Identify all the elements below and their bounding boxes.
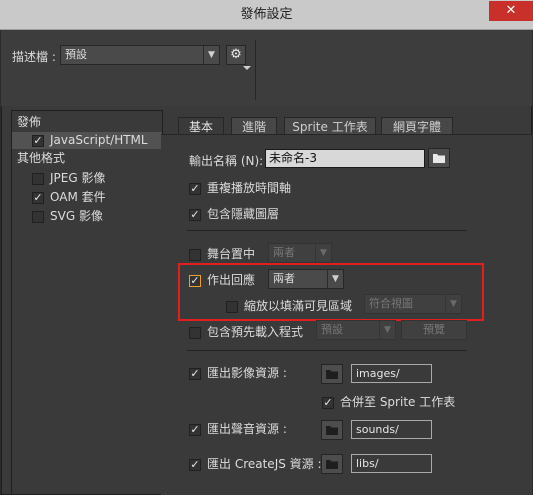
folder-icon (433, 154, 445, 163)
javascript-html-checkbox[interactable]: ✓ (32, 134, 44, 147)
gear-menu-caret-icon (243, 66, 251, 70)
center-stage-dropdown[interactable]: 兩者 ▼ (268, 243, 332, 263)
sounds-path-input[interactable]: sounds/ (351, 420, 432, 439)
window-title: 發佈設定 (240, 7, 293, 22)
divider (187, 350, 467, 351)
center-stage-value: 兩者 (273, 246, 295, 259)
profile-dropdown[interactable]: 預設 ▼ (60, 45, 220, 65)
jpeg-checkbox[interactable] (32, 172, 44, 185)
format-item-oam[interactable]: ✓ OAM 套件 (32, 189, 106, 206)
svg-checkbox[interactable] (32, 210, 44, 223)
include-preloader-option[interactable]: 包含預先載入程式 (189, 323, 303, 340)
gear-icon[interactable]: ⚙ (226, 45, 246, 65)
jpeg-label: JPEG 影像 (50, 171, 106, 185)
center-stage-option[interactable]: 舞台置中 (189, 245, 255, 262)
preloader-value: 預設 (321, 323, 343, 336)
divider (187, 230, 467, 231)
close-button[interactable]: ✕ (489, 1, 533, 21)
export-createjs-label: 匯出 CreateJS 資源 : (207, 457, 322, 471)
images-path-input[interactable]: images/ (351, 364, 432, 383)
center-stage-label: 舞台置中 (207, 247, 256, 261)
output-name-input[interactable]: 未命名-3 (265, 149, 425, 168)
include-hidden-checkbox[interactable]: ✓ (189, 208, 201, 221)
images-browse-button[interactable] (321, 364, 343, 384)
include-preloader-label: 包含預先載入程式 (207, 325, 304, 339)
profile-label: 描述檔 : (12, 50, 56, 64)
export-images-checkbox[interactable]: ✓ (189, 367, 201, 380)
chevron-down-icon: ▼ (203, 46, 219, 64)
combine-sprite-label: 合併至 Sprite 工作表 (340, 395, 456, 409)
preview-button[interactable]: 預覽 (401, 320, 467, 340)
center-stage-checkbox[interactable] (189, 248, 201, 261)
oam-label: OAM 套件 (50, 190, 106, 204)
include-hidden-option[interactable]: ✓ 包含隱藏圖層 (189, 205, 279, 222)
profile-bar (1, 30, 532, 106)
loop-timeline-checkbox[interactable]: ✓ (189, 182, 201, 195)
createjs-path-input[interactable]: libs/ (351, 454, 432, 473)
export-images-label: 匯出影像資源 : (207, 366, 287, 380)
highlight-box (178, 263, 484, 321)
export-images-option[interactable]: ✓ 匯出影像資源 : (189, 364, 287, 381)
createjs-browse-button[interactable] (321, 454, 343, 474)
folder-icon (326, 460, 338, 469)
combine-sprite-option[interactable]: ✓ 合併至 Sprite 工作表 (322, 393, 455, 410)
include-hidden-label: 包含隱藏圖層 (207, 207, 280, 221)
svg-label: SVG 影像 (50, 209, 103, 223)
output-name-label: 輸出名稱 (N): (189, 154, 264, 168)
loop-timeline-option[interactable]: ✓ 重複播放時間軸 (189, 179, 291, 196)
output-browse-button[interactable] (428, 148, 450, 168)
oam-checkbox[interactable]: ✓ (32, 191, 44, 204)
format-item-javascript-html[interactable]: ✓ JavaScript/HTML (12, 132, 162, 149)
format-item-jpeg[interactable]: JPEG 影像 (32, 170, 105, 187)
loop-timeline-label: 重複播放時間軸 (207, 181, 292, 195)
preloader-dropdown[interactable]: 預設 ▼ (316, 320, 396, 340)
combine-sprite-checkbox[interactable]: ✓ (322, 396, 334, 409)
folder-icon (326, 426, 338, 435)
export-sounds-checkbox[interactable]: ✓ (189, 423, 201, 436)
other-formats-heading: 其他格式 (17, 151, 66, 165)
publish-heading: 發佈 (17, 115, 42, 129)
format-item-svg[interactable]: SVG 影像 (32, 208, 103, 225)
export-createjs-option[interactable]: ✓ 匯出 CreateJS 資源 : (189, 455, 322, 472)
javascript-html-label: JavaScript/HTML (50, 133, 148, 147)
chevron-down-icon: ▼ (379, 321, 395, 339)
export-sounds-label: 匯出聲音資源 : (207, 422, 287, 436)
export-createjs-checkbox[interactable]: ✓ (189, 458, 201, 471)
include-preloader-checkbox[interactable] (189, 326, 201, 339)
sounds-browse-button[interactable] (321, 420, 343, 440)
folder-icon (326, 370, 338, 379)
format-list-panel (11, 110, 163, 495)
chevron-down-icon: ▼ (315, 244, 331, 262)
toolbar-divider (255, 40, 256, 100)
export-sounds-option[interactable]: ✓ 匯出聲音資源 : (189, 420, 287, 437)
profile-value: 預設 (65, 48, 87, 61)
